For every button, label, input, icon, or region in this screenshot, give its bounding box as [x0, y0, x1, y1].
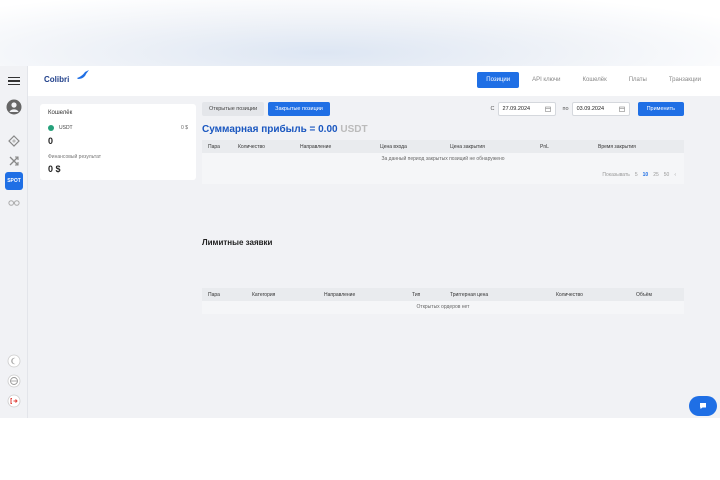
col-close-time[interactable]: Время закрытия — [592, 144, 682, 150]
col-pair[interactable]: Пара — [202, 144, 232, 150]
tab-open-positions[interactable]: Открытые позиции — [202, 102, 265, 116]
user-icon[interactable] — [5, 98, 23, 116]
glasses-icon[interactable] — [5, 194, 23, 212]
limit-orders-table: Пара Категория Направление Тип Триггерна… — [202, 288, 684, 314]
col-volume[interactable]: Объём — [630, 292, 680, 298]
col-type[interactable]: Тип — [406, 292, 444, 298]
tab-closed-positions[interactable]: Закрытые позиции — [268, 102, 330, 116]
wallet-currency: USDT — [59, 125, 73, 131]
logo-text[interactable]: Colibri — [44, 75, 69, 84]
from-date-input[interactable]: 27.09.2024 — [497, 102, 556, 116]
menu-icon[interactable] — [5, 72, 23, 90]
empty-state: За данный период закрытых позиций не обн… — [202, 153, 684, 166]
financial-result-label: Финансовый результат — [48, 154, 102, 160]
nav-api-keys[interactable]: API ключи — [523, 72, 569, 88]
col-amount[interactable]: Количество — [550, 292, 630, 298]
col-pair[interactable]: Пара — [202, 292, 246, 298]
top-banner — [0, 0, 720, 66]
nav-payments[interactable]: Платы — [620, 72, 656, 88]
nav-positions[interactable]: Позиции — [477, 72, 520, 88]
empty-state: Открытых ордеров нет — [202, 301, 684, 314]
wallet-currency-value: 0 $ — [181, 125, 188, 131]
financial-result-value: 0 $ — [48, 164, 61, 174]
diamond-icon[interactable] — [5, 132, 23, 150]
hummingbird-logo-icon — [77, 70, 89, 79]
col-close-price[interactable]: Цена закрытия — [444, 144, 534, 150]
col-direction[interactable]: Направление — [318, 292, 406, 298]
app-window: SPOT Colibri Позиции API ключи Кошелёк П… — [0, 66, 720, 418]
calendar-icon — [618, 106, 625, 112]
total-profit-label: Суммарная прибыль = 0.00 — [202, 124, 338, 135]
usdt-icon — [48, 125, 54, 131]
limit-orders-title: Лимитные заявки — [202, 238, 273, 247]
calendar-icon — [544, 106, 551, 112]
table-header: Пара Количество Направление Цена входа Ц… — [202, 140, 684, 153]
total-profit: Суммарная прибыль = 0.00 USDT — [202, 124, 368, 135]
page-size-5[interactable]: 5 — [635, 172, 638, 178]
to-date-input[interactable]: 03.09.2024 — [571, 102, 630, 116]
page-prev[interactable]: ‹ — [674, 172, 676, 178]
chat-icon — [700, 403, 706, 409]
page-size-50[interactable]: 50 — [664, 172, 670, 178]
table-header: Пара Категория Направление Тип Триггерна… — [202, 288, 684, 301]
main-nav: Позиции API ключи Кошелёк Платы Транзакц… — [477, 72, 710, 88]
page-size-label: Показывать — [602, 172, 630, 178]
page-bottom — [0, 418, 720, 480]
col-direction[interactable]: Направление — [294, 144, 374, 150]
to-date-value: 03.09.2024 — [576, 106, 605, 112]
wallet-card: Кошелёк USDT 0 $ 0 Финансовый результат … — [40, 104, 196, 180]
col-quantity[interactable]: Количество — [232, 144, 294, 150]
from-label: С — [490, 106, 495, 112]
wallet-balance: 0 — [48, 136, 54, 146]
globe-icon[interactable] — [5, 372, 23, 390]
moon-icon[interactable] — [5, 352, 23, 370]
wallet-title: Кошелёк — [48, 110, 73, 116]
left-rail: SPOT — [0, 66, 28, 418]
chat-button[interactable] — [689, 396, 717, 416]
top-header: Colibri Позиции API ключи Кошелёк Платы … — [28, 66, 720, 96]
col-category[interactable]: Категория — [246, 292, 318, 298]
col-trigger-price[interactable]: Триггерная цена — [444, 292, 550, 298]
date-filters: С 27.09.2024 по 03.09.2024 Применить — [491, 102, 684, 116]
page-size-10[interactable]: 10 — [643, 172, 649, 178]
total-profit-unit: USDT — [340, 124, 368, 135]
col-entry-price[interactable]: Цена входа — [374, 144, 444, 150]
page-size-25[interactable]: 25 — [653, 172, 659, 178]
logout-icon[interactable] — [5, 392, 23, 410]
nav-wallet[interactable]: Кошелёк — [573, 72, 615, 88]
position-tabs: Открытые позиции Закрытые позиции — [202, 102, 330, 116]
pagination: Показывать 5 10 25 50 ‹ — [202, 166, 684, 184]
spot-badge[interactable]: SPOT — [5, 172, 23, 190]
col-pnl[interactable]: PnL — [534, 144, 592, 150]
from-date-value: 27.09.2024 — [502, 106, 531, 112]
shuffle-icon[interactable] — [5, 152, 23, 170]
to-label: по — [562, 106, 569, 112]
nav-transactions[interactable]: Транзакции — [660, 72, 710, 88]
apply-button[interactable]: Применить — [637, 102, 684, 116]
closed-positions-table: Пара Количество Направление Цена входа Ц… — [202, 140, 684, 184]
